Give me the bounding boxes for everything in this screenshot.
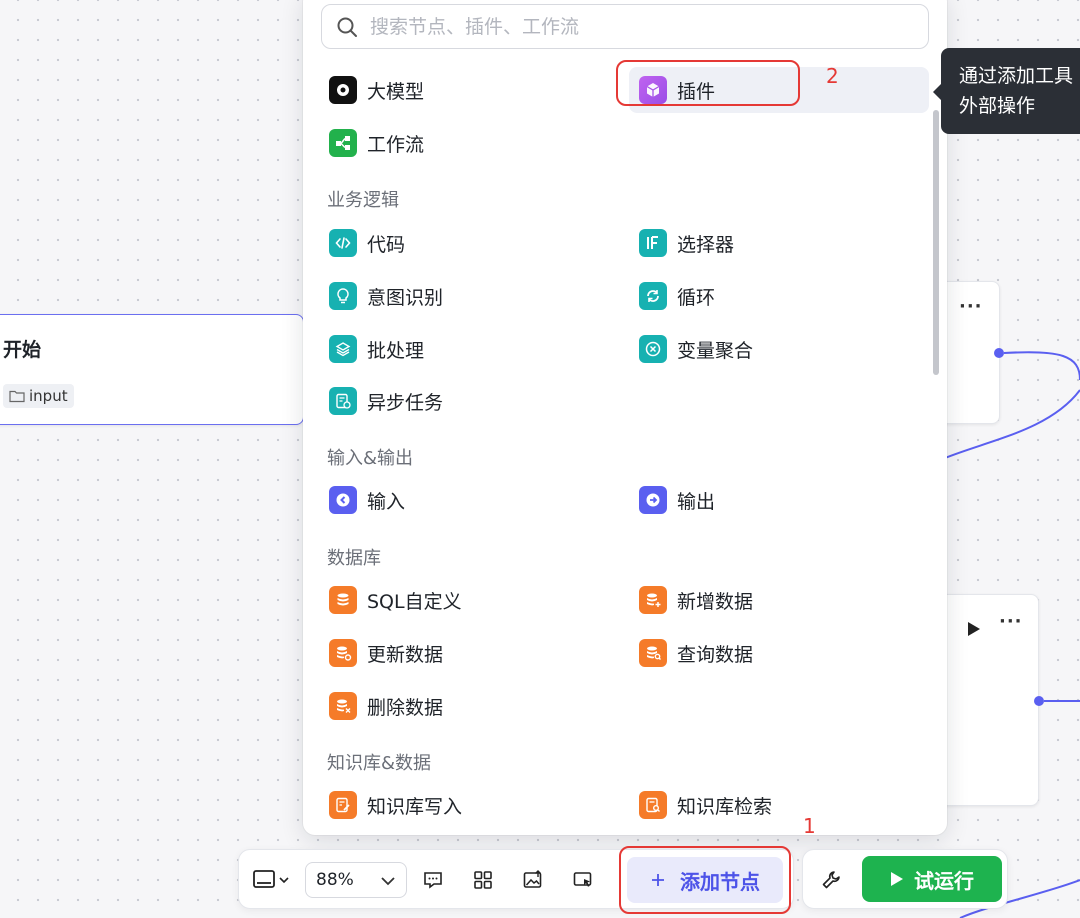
start-node-output-tag: input	[3, 384, 74, 408]
output-arrow-icon	[639, 486, 667, 514]
database-add-icon	[639, 586, 667, 614]
node-item-label: 查询数据	[677, 643, 754, 666]
tooltip-line-1: 通过添加工具	[959, 65, 1074, 87]
node-item-label: 批处理	[367, 339, 425, 362]
node-item-knowledge-write[interactable]: 知识库写入	[329, 785, 462, 825]
node-item-label: 知识库检索	[677, 795, 773, 818]
output-port[interactable]	[1034, 696, 1044, 706]
node-item-label: 删除数据	[367, 696, 444, 719]
database-icon	[329, 586, 357, 614]
node-item-batch[interactable]: 批处理	[329, 329, 424, 369]
search-icon	[337, 17, 357, 37]
select-mode-button[interactable]	[569, 866, 597, 894]
database-search-icon	[639, 639, 667, 667]
node-item-llm[interactable]: 大模型	[329, 70, 424, 110]
node-item-label: 工作流	[367, 133, 425, 156]
node-item-label: SQL自定义	[367, 590, 462, 613]
minimap-toggle-button[interactable]	[249, 864, 295, 896]
async-task-icon	[329, 387, 357, 415]
start-node-title: 开始	[3, 339, 42, 361]
start-node-output-label: input	[29, 387, 68, 405]
more-icon[interactable]: ···	[959, 296, 983, 317]
node-item-label: 变量聚合	[677, 339, 754, 362]
grid-layout-icon	[474, 871, 492, 889]
node-item-label: 新增数据	[677, 590, 754, 613]
search-input[interactable]	[370, 15, 928, 38]
variable-aggregate-icon	[639, 335, 667, 363]
cursor-select-icon	[573, 872, 592, 887]
node-item-label: 代码	[367, 233, 406, 256]
lightbulb-icon	[329, 282, 357, 310]
node-item-intent[interactable]: 意图识别	[329, 276, 443, 316]
play-icon	[891, 872, 903, 886]
node-item-label: 循环	[677, 286, 716, 309]
section-title-database: 数据库	[327, 548, 381, 569]
node-item-label: 更新数据	[367, 643, 444, 666]
node-item-variable-aggregate[interactable]: 变量聚合	[639, 329, 753, 369]
knowledge-write-icon	[329, 791, 357, 819]
wrench-icon	[822, 871, 840, 889]
test-run-button[interactable]: 试运行	[862, 856, 1002, 902]
chevron-down-icon	[381, 877, 395, 886]
play-icon[interactable]	[967, 621, 981, 637]
comment-icon	[424, 872, 442, 889]
more-icon[interactable]: ···	[999, 611, 1023, 632]
search-field[interactable]	[321, 4, 929, 49]
folder-icon	[9, 390, 25, 403]
node-item-code[interactable]: 代码	[329, 223, 405, 263]
layers-icon	[329, 335, 357, 363]
node-item-query-data[interactable]: 查询数据	[639, 633, 753, 673]
node-item-loop[interactable]: 循环	[639, 276, 715, 316]
section-title-knowledge: 知识库&数据	[327, 753, 432, 774]
if-icon	[639, 229, 667, 257]
tooltip-line-2: 外部操作	[959, 95, 1036, 117]
node-item-output[interactable]: 输出	[639, 480, 715, 520]
test-run-label: 试运行	[914, 868, 974, 893]
node-item-label: 输出	[677, 490, 716, 513]
knowledge-search-icon	[639, 791, 667, 819]
node-item-label: 知识库写入	[367, 795, 463, 818]
auto-layout-button[interactable]	[469, 866, 497, 894]
node-item-label: 输入	[367, 490, 406, 513]
llm-icon	[329, 76, 357, 104]
image-icon	[523, 870, 542, 888]
annotation-number-2: 2	[826, 64, 839, 88]
node-item-label: 异步任务	[367, 391, 444, 414]
node-item-label: 选择器	[677, 233, 735, 256]
minimap-icon	[253, 870, 289, 888]
annotation-number-1: 1	[803, 814, 816, 838]
node-item-selector[interactable]: 选择器	[639, 223, 734, 263]
loop-icon	[639, 282, 667, 310]
workflow-icon	[329, 129, 357, 157]
node-item-label: 大模型	[367, 80, 425, 103]
toolbar-right: 试运行	[802, 849, 1008, 909]
panel-scrollbar[interactable]	[933, 110, 939, 375]
node-item-update-data[interactable]: 更新数据	[329, 633, 443, 673]
annotation-box-plugin	[616, 60, 800, 106]
export-image-button[interactable]	[519, 866, 547, 894]
plugin-tooltip: 通过添加工具 外部操作	[933, 48, 1080, 134]
add-node-panel: 大模型 插件 工作流 业务逻辑 代码 选择器 意图识别 循环	[303, 0, 947, 835]
node-item-delete-data[interactable]: 删除数据	[329, 686, 443, 726]
output-port[interactable]	[994, 348, 1004, 358]
annotation-box-add-node	[619, 846, 791, 914]
zoom-value: 88%	[316, 870, 354, 890]
start-node[interactable]: 开始 input	[0, 314, 304, 425]
code-icon	[329, 229, 357, 257]
section-title-io: 输入&输出	[327, 448, 414, 469]
node-item-workflow[interactable]: 工作流	[329, 123, 424, 163]
input-arrow-icon	[329, 486, 357, 514]
comment-button[interactable]	[419, 866, 447, 894]
section-title-business-logic: 业务逻辑	[327, 190, 399, 211]
node-item-sql-custom[interactable]: SQL自定义	[329, 580, 462, 620]
database-update-icon	[329, 639, 357, 667]
database-delete-icon	[329, 692, 357, 720]
node-item-async-task[interactable]: 异步任务	[329, 381, 443, 421]
zoom-select[interactable]: 88%	[305, 862, 407, 898]
node-item-label: 意图识别	[367, 286, 444, 309]
node-item-input[interactable]: 输入	[329, 480, 405, 520]
node-item-knowledge-search[interactable]: 知识库检索	[639, 785, 772, 825]
node-item-add-data[interactable]: 新增数据	[639, 580, 753, 620]
debug-tools-button[interactable]	[817, 866, 845, 894]
